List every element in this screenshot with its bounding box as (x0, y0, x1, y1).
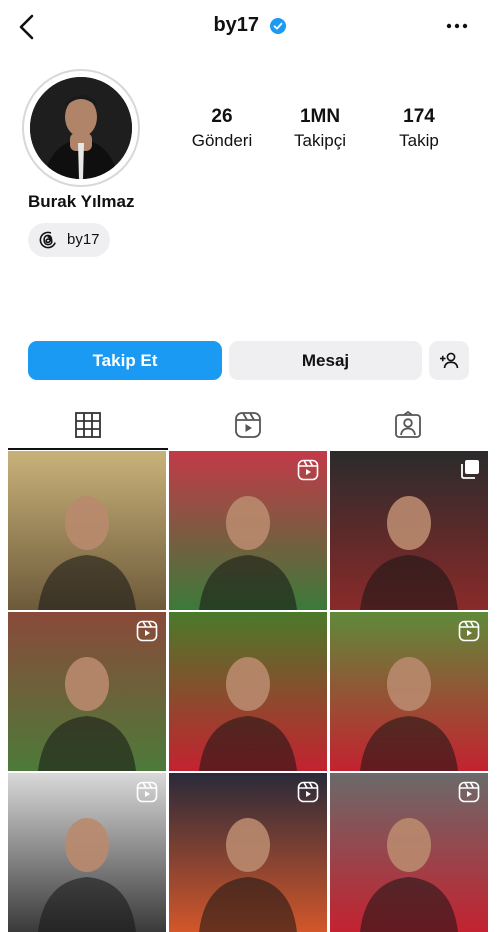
tab-reels[interactable] (168, 404, 328, 450)
threads-handle: by17 (67, 231, 100, 248)
profile-avatar-ring[interactable] (22, 69, 140, 187)
post-image (169, 612, 327, 771)
post-thumbnail[interactable] (330, 451, 488, 610)
post-thumbnail[interactable] (169, 773, 327, 932)
reel-badge (458, 620, 480, 647)
top-bar: by17 (0, 0, 499, 56)
following-count-stat[interactable]: 174 Takip (374, 106, 464, 151)
verified-badge-icon (269, 17, 286, 34)
followers-count-stat[interactable]: 1MN Takipçi (275, 106, 365, 151)
tab-tagged[interactable] (328, 404, 488, 450)
tab-posts-grid[interactable] (8, 404, 168, 450)
reel-badge-icon (297, 781, 319, 803)
carousel-badge-icon (461, 460, 479, 479)
reel-badge (297, 459, 319, 486)
profile-avatar (30, 77, 132, 179)
reel-badge (136, 781, 158, 808)
post-thumbnail[interactable] (8, 612, 166, 771)
post-thumbnail[interactable] (330, 773, 488, 932)
reel-badge (458, 781, 480, 808)
username-title: by17 (213, 14, 260, 36)
reel-badge-icon (458, 620, 480, 642)
followers-count: 1MN (299, 106, 341, 127)
threads-link-button[interactable]: by17 (28, 223, 110, 257)
reel-badge (136, 620, 158, 647)
post-thumbnail[interactable] (8, 773, 166, 932)
profile-display-name: Burak Yılmaz (28, 192, 135, 211)
post-thumbnail[interactable] (330, 612, 488, 771)
post-thumbnail[interactable] (169, 612, 327, 771)
following-count: 174 (403, 106, 435, 127)
profile-tabs (8, 404, 488, 450)
tagged-person-icon (395, 411, 421, 438)
grid-icon (75, 412, 101, 438)
add-person-icon (440, 352, 459, 369)
post-image (8, 451, 166, 610)
reel-badge (297, 781, 319, 808)
post-thumbnail[interactable] (8, 451, 166, 610)
post-thumbnail[interactable] (169, 451, 327, 610)
follow-button[interactable]: Takip Et (28, 341, 222, 380)
reel-badge-icon (458, 781, 480, 803)
message-button[interactable]: Mesaj (229, 341, 422, 380)
posts-count: 26 (211, 106, 233, 127)
carousel-badge (460, 459, 480, 484)
suggest-people-button[interactable] (429, 341, 469, 380)
username-header: by17 (0, 14, 499, 37)
reel-badge-icon (136, 620, 158, 642)
posts-count-stat[interactable]: 26 Gönderi (177, 106, 267, 151)
posts-count-label: Gönderi (191, 131, 253, 150)
reels-icon (235, 412, 261, 438)
reel-badge-icon (297, 459, 319, 481)
following-count-label: Takip (399, 131, 439, 150)
reel-badge-icon (136, 781, 158, 803)
threads-icon (39, 231, 57, 249)
more-options-icon[interactable] (445, 16, 469, 36)
followers-count-label: Takipçi (294, 131, 346, 150)
